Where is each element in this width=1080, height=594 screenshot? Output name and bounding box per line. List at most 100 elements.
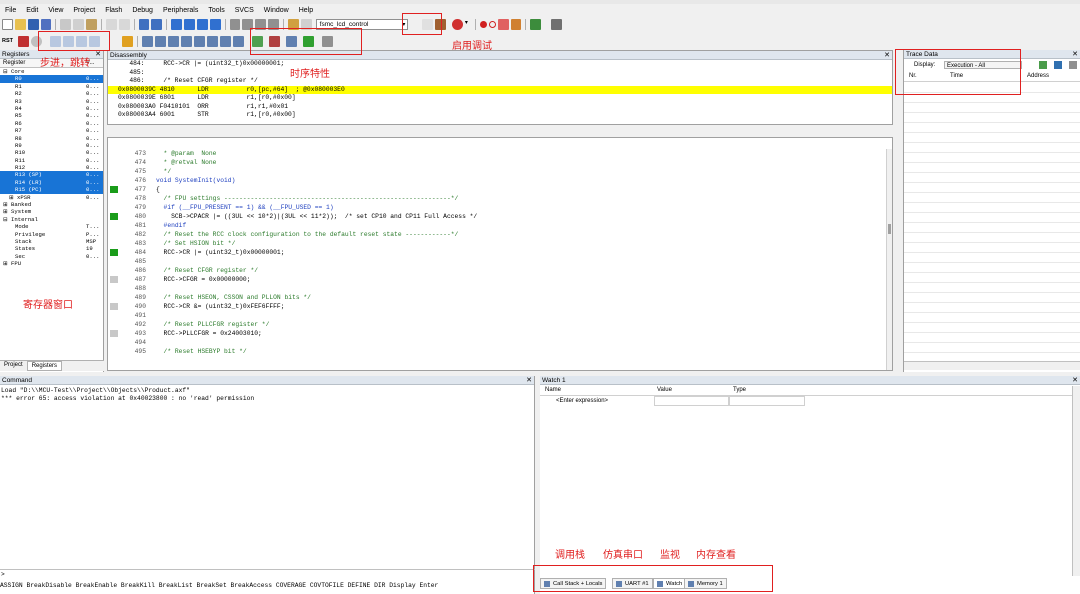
register-row[interactable]: ⊞ xPSR 0... xyxy=(0,194,103,201)
annotation-box-debug xyxy=(402,13,442,35)
save-all-icon[interactable] xyxy=(40,18,52,30)
cut-icon[interactable] xyxy=(60,18,72,30)
register-row[interactable]: Stack MSP xyxy=(0,238,103,245)
trace-data-panel: Trace Data ✕ Display: Execution - All Nr… xyxy=(903,50,1080,372)
window-icon[interactable] xyxy=(530,18,542,30)
register-row[interactable]: R2 0... xyxy=(0,90,103,97)
reset-button[interactable]: RST xyxy=(2,38,16,44)
tab-project[interactable]: Project xyxy=(0,361,27,371)
new-file-icon[interactable] xyxy=(2,18,13,30)
register-row[interactable]: R9 0... xyxy=(0,142,103,149)
bookmark-next-icon[interactable] xyxy=(196,18,208,30)
register-row[interactable]: R15 (PC) 0... xyxy=(0,186,103,194)
paste-icon[interactable] xyxy=(86,18,97,30)
dropdown-arrow-icon[interactable]: ▾ xyxy=(465,19,471,30)
tab-registers[interactable]: Registers xyxy=(26,361,63,371)
disassembly-line: 0x080003A4 6001 STR r1,[r0,#0x00] xyxy=(118,111,296,118)
menu-debug[interactable]: Debug xyxy=(127,7,158,14)
register-row[interactable]: ⊞ Banked xyxy=(0,201,103,208)
register-row[interactable]: ⊞ System xyxy=(0,208,103,215)
debug-start-icon[interactable] xyxy=(452,18,463,30)
register-row[interactable]: R7 0... xyxy=(0,127,103,134)
trace-clear-icon[interactable] xyxy=(1054,61,1062,69)
register-row[interactable]: ⊟ Internal xyxy=(0,216,103,223)
disassembly-window-icon[interactable] xyxy=(155,35,166,47)
menu-view[interactable]: View xyxy=(43,7,68,14)
menu-peripherals[interactable]: Peripherals xyxy=(158,7,203,14)
editor-scrollbar[interactable] xyxy=(886,149,892,370)
menu-help[interactable]: Help xyxy=(294,7,318,14)
breakpoint-kill-icon[interactable] xyxy=(497,18,509,30)
breakpoint-list-icon[interactable] xyxy=(510,18,522,30)
menu-window[interactable]: Window xyxy=(259,7,294,14)
symbols-window-icon[interactable] xyxy=(168,35,179,47)
watch-enter-expression[interactable]: <Enter expression> xyxy=(540,396,1080,406)
register-row[interactable]: R1 0... xyxy=(0,83,103,90)
bookmark-prev-icon[interactable] xyxy=(184,18,195,30)
register-row[interactable]: R11 0... xyxy=(0,157,103,164)
watch-window-icon[interactable] xyxy=(207,35,218,47)
trace-scrollbar[interactable] xyxy=(904,361,1080,370)
run-icon[interactable] xyxy=(18,35,29,47)
copy-icon[interactable] xyxy=(73,18,85,30)
register-row[interactable]: R12 0... xyxy=(0,164,103,171)
register-row[interactable]: ⊟ Core xyxy=(0,68,103,75)
register-row[interactable]: Mode T... xyxy=(0,223,103,230)
menu-edit[interactable]: Edit xyxy=(21,7,43,14)
menu-tools[interactable]: Tools xyxy=(203,7,229,14)
register-row[interactable]: R3 0... xyxy=(0,98,103,105)
register-row[interactable]: R6 0... xyxy=(0,120,103,127)
menu-project[interactable]: Project xyxy=(68,7,100,14)
show-next-statement-icon[interactable] xyxy=(122,35,133,47)
close-icon[interactable]: ✕ xyxy=(1072,376,1078,384)
scrollbar-thumb[interactable] xyxy=(888,224,891,234)
serial-window-icon[interactable] xyxy=(233,35,244,47)
watch-scrollbar[interactable] xyxy=(1072,386,1080,576)
trace-save-icon[interactable] xyxy=(1039,61,1047,69)
register-row[interactable]: R5 0... xyxy=(0,112,103,119)
code-line: 486 /* Reset CFGR register */ xyxy=(134,267,259,274)
memory-window-icon[interactable] xyxy=(220,35,231,47)
redo-icon[interactable] xyxy=(118,18,130,30)
indent-icon[interactable] xyxy=(229,18,241,30)
register-row[interactable]: ⊞ FPU xyxy=(0,260,103,267)
save-icon[interactable] xyxy=(27,18,39,30)
nav-forward-icon[interactable] xyxy=(151,18,163,30)
call-stack-window-icon[interactable] xyxy=(194,35,205,47)
menu-flash[interactable]: Flash xyxy=(100,7,127,14)
register-row[interactable]: R4 0... xyxy=(0,105,103,112)
close-icon[interactable]: ✕ xyxy=(884,51,890,59)
breakpoint-disable-icon[interactable] xyxy=(488,20,496,28)
bookmark-clear-icon[interactable] xyxy=(209,18,221,30)
close-icon[interactable]: ✕ xyxy=(95,50,101,58)
register-row[interactable]: R13 (SP) 0... xyxy=(0,171,103,179)
open-icon[interactable] xyxy=(14,18,26,30)
code-line: 484 RCC->CR |= (uint32_t)0x00000001; xyxy=(108,248,892,257)
code-line: 483 /* Set HSION bit */ xyxy=(134,240,236,247)
menu-svcs[interactable]: SVCS xyxy=(230,7,259,14)
menu-file[interactable]: File xyxy=(0,7,21,14)
code-editor[interactable]: 473 * @param None 474 * @retval None 475 *… xyxy=(107,137,893,371)
settings-wrench-icon[interactable] xyxy=(551,18,563,30)
close-icon[interactable]: ✕ xyxy=(1072,50,1078,58)
register-row[interactable]: States 19 xyxy=(0,245,103,252)
register-row[interactable]: R10 0... xyxy=(0,149,103,156)
register-row[interactable]: Sec 0... xyxy=(0,253,103,260)
register-row[interactable]: R8 0... xyxy=(0,135,103,142)
nav-back-icon[interactable] xyxy=(138,18,150,30)
command-input[interactable]: > xyxy=(0,569,535,578)
undo-icon[interactable] xyxy=(105,18,117,30)
register-row[interactable]: R14 (LR) 0... xyxy=(0,178,103,187)
code-line: 474 * @retval None xyxy=(134,159,217,166)
register-row[interactable]: R0 0... xyxy=(0,75,103,83)
trace-find-icon[interactable] xyxy=(1069,61,1077,69)
disassembly-listing[interactable]: 484: RCC->CR |= (uint32_t)0x00000001; 48… xyxy=(108,60,892,120)
close-icon[interactable]: ✕ xyxy=(526,376,532,384)
annotation-register-window: 寄存器窗口 xyxy=(23,300,73,311)
command-window-icon[interactable] xyxy=(142,35,153,47)
annotation-step-jump: 步进，跳转 xyxy=(40,58,90,69)
bookmark-icon[interactable] xyxy=(171,18,183,30)
register-row[interactable]: Privilege P... xyxy=(0,231,103,238)
breakpoint-icon[interactable] xyxy=(479,20,487,28)
registers-window-icon[interactable] xyxy=(181,35,192,47)
